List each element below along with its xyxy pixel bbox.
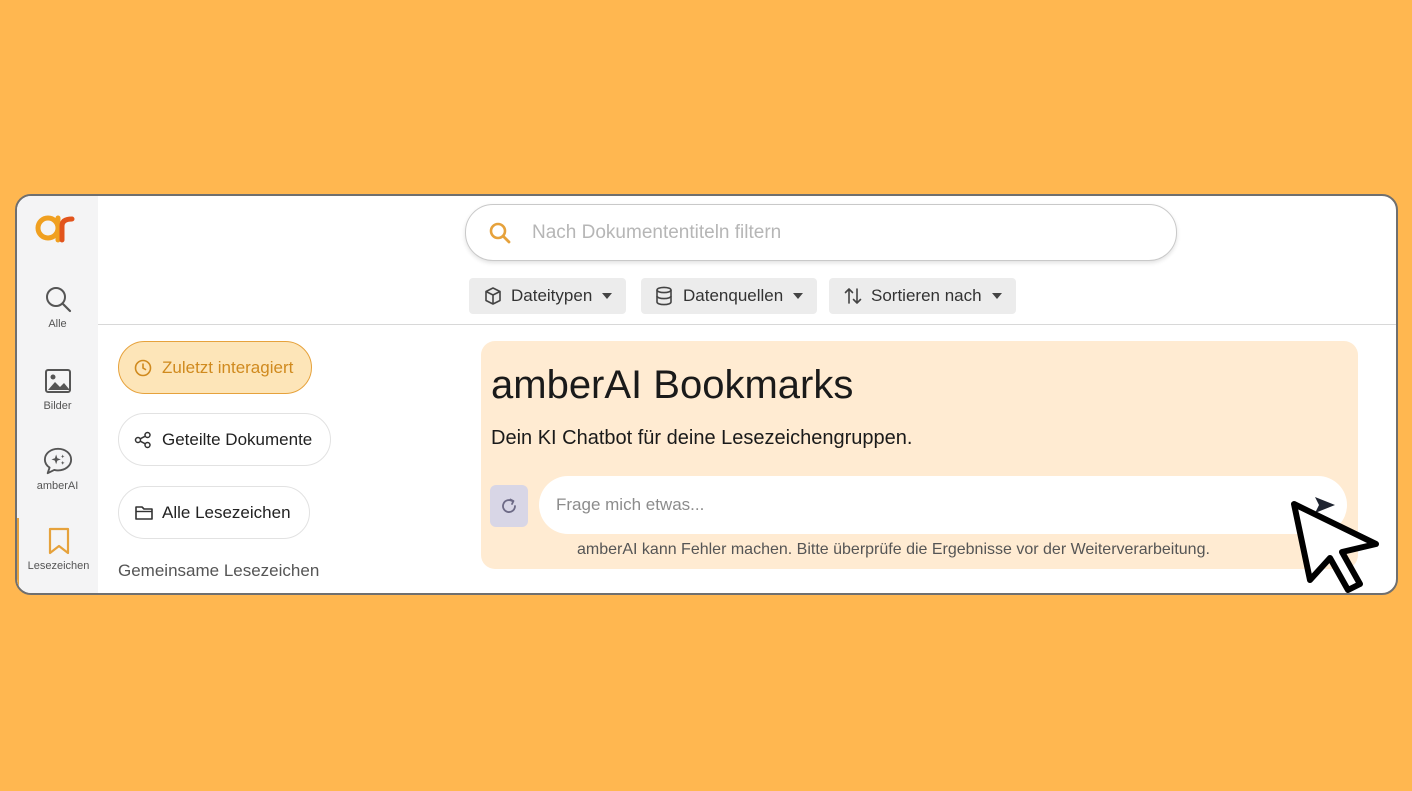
image-icon (43, 366, 73, 396)
rail-item-label: amberAI (36, 480, 79, 492)
panel-title: amberAI Bookmarks (491, 363, 854, 407)
rail-item-bilder[interactable]: Bilder (17, 366, 98, 434)
filter-sortieren[interactable]: Sortieren nach (829, 278, 1016, 314)
gemeinsame-lesezeichen-heading: Gemeinsame Lesezeichen (118, 561, 320, 580)
disclaimer-text: amberAI kann Fehler machen. Bitte überpr… (577, 541, 1210, 558)
chat-sparkle-icon (43, 446, 73, 476)
filter-label: Sortieren nach (871, 286, 982, 305)
amberai-chat-panel: amberAI Bookmarks Dein KI Chatbot für de… (481, 341, 1358, 569)
amber-logo-icon[interactable] (35, 210, 79, 244)
chat-input[interactable] (554, 494, 1254, 516)
send-icon[interactable] (1313, 493, 1337, 517)
filter-label: Dateitypen (511, 286, 593, 305)
pill-label: Zuletzt interagiert (162, 357, 294, 377)
clock-icon (134, 358, 154, 378)
chat-input-box[interactable] (539, 476, 1347, 534)
pill-label: Alle Lesezeichen (162, 502, 291, 522)
reset-chat-button[interactable] (490, 485, 528, 527)
filter-datenquellen[interactable]: Datenquellen (641, 278, 818, 314)
bookmark-icon (44, 526, 74, 556)
header: Dateitypen Datenquellen Sortieren nach (98, 196, 1396, 325)
rail-item-label: Lesezeichen (27, 560, 90, 572)
search-bar[interactable] (465, 204, 1177, 261)
rail-item-label: Bilder (43, 400, 72, 412)
search-icon (489, 222, 511, 243)
pill-label: Geteilte Dokumente (162, 429, 313, 449)
rail-item-lesezeichen[interactable]: Lesezeichen (17, 518, 98, 593)
refresh-icon (502, 498, 516, 513)
cube-icon (483, 286, 503, 306)
left-rail: Alle Bilder amberAI Lesezeichen (17, 196, 98, 593)
geteilte-dokumente-button[interactable]: Geteilte Dokumente (118, 413, 332, 466)
search-icon (43, 284, 73, 314)
caret-down-icon (793, 293, 804, 299)
zuletzt-interagiert-button[interactable]: Zuletzt interagiert (118, 341, 313, 394)
caret-down-icon (602, 293, 613, 299)
rail-item-amberai[interactable]: amberAI (17, 446, 98, 514)
app-window: Alle Bilder amberAI Lesezeichen Nach Dok… (15, 194, 1398, 595)
filter-dateitypen[interactable]: Dateitypen (469, 278, 627, 314)
panel-subtitle: Dein KI Chatbot für deine Lesezeichengru… (491, 427, 913, 449)
folder-icon (134, 503, 154, 523)
share-icon (134, 430, 154, 450)
database-icon (655, 286, 675, 306)
search-input[interactable] (530, 220, 1130, 245)
rail-item-alle[interactable]: Alle (17, 284, 98, 352)
alle-lesezeichen-button[interactable]: Alle Lesezeichen (118, 486, 310, 539)
filter-label: Datenquellen (683, 286, 784, 305)
sort-arrows-icon (843, 286, 863, 306)
rail-item-label: Alle (48, 318, 67, 330)
caret-down-icon (991, 293, 1002, 299)
